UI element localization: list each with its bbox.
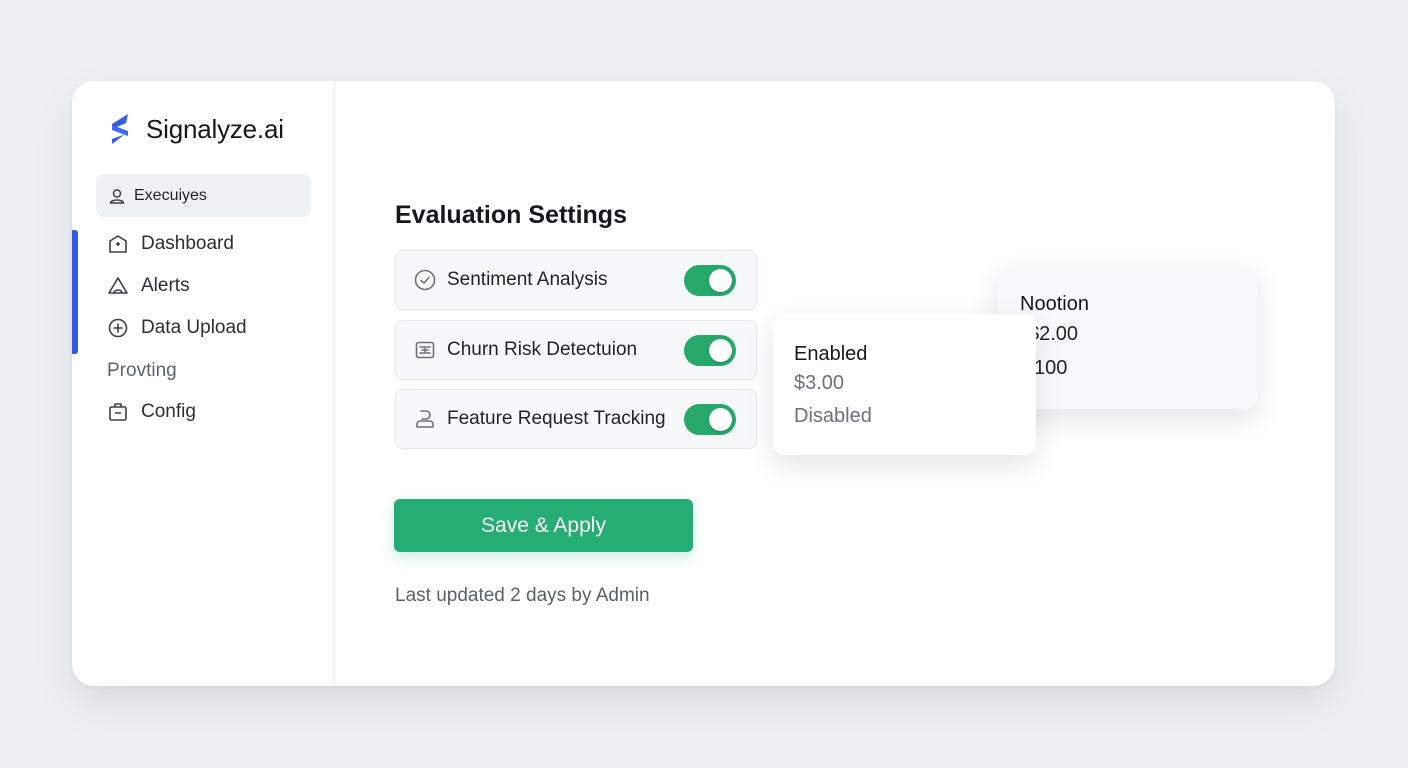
check-circle-icon — [414, 269, 436, 291]
churn-toggle[interactable] — [684, 335, 736, 366]
upload-icon — [108, 318, 128, 338]
sidebar: Signalyze.ai Execuiyes Dashboard Alerts — [72, 81, 335, 686]
dashboard-icon — [109, 235, 127, 253]
setting-row-churn: Churn Risk Detectuion — [395, 320, 757, 380]
churn-icon — [415, 341, 435, 359]
nav-active-indicator — [72, 230, 78, 354]
page-title: Evaluation Settings — [395, 201, 627, 229]
sidebar-item-label: Data Upload — [141, 317, 247, 338]
toggle-knob — [709, 269, 732, 292]
setting-label: Churn Risk Detectuion — [447, 339, 638, 360]
workspace-label: Execuiyes — [134, 186, 207, 204]
workspace-selector[interactable]: Execuiyes — [96, 174, 311, 217]
config-icon — [109, 403, 127, 421]
brand-name: Signalyze.ai — [146, 113, 284, 144]
toggle-knob — [709, 339, 732, 362]
app-window: Signalyze.ai Execuiyes Dashboard Alerts — [72, 81, 1335, 686]
popover-price: $3.00 — [794, 372, 845, 394]
nav-section-label: Provting — [107, 360, 177, 381]
toggle-knob — [709, 408, 732, 431]
main-content: Evaluation Settings Sentiment Analysis C… — [335, 81, 1335, 686]
sidebar-item-config[interactable]: Config — [106, 400, 196, 424]
sentiment-toggle[interactable] — [684, 265, 736, 296]
popover-value: 100 — [1034, 357, 1068, 379]
popover-title: Nootion — [1020, 293, 1089, 315]
alerts-icon — [108, 277, 128, 294]
brand[interactable]: Signalyze.ai — [106, 111, 284, 147]
setting-row-sentiment: Sentiment Analysis — [395, 250, 757, 310]
sidebar-item-label: Dashboard — [141, 233, 234, 254]
sidebar-item-alerts[interactable]: Alerts — [106, 274, 190, 298]
sidebar-item-dashboard[interactable]: Dashboard — [106, 232, 234, 256]
popover-status-disabled: Disabled — [794, 405, 872, 427]
feature-request-icon — [416, 410, 434, 428]
save-apply-button[interactable]: Save & Apply — [394, 499, 693, 552]
sidebar-item-label: Config — [141, 401, 196, 422]
brand-logo-icon — [112, 114, 128, 144]
last-updated-text: Last updated 2 days by Admin — [395, 585, 650, 606]
setting-label: Sentiment Analysis — [447, 269, 608, 290]
setting-label: Feature Request Tracking — [447, 408, 666, 429]
user-icon — [109, 188, 125, 204]
sidebar-item-data-upload[interactable]: Data Upload — [106, 316, 247, 340]
pricing-popover-back: Nootion $2.00 100 — [998, 266, 1257, 409]
feature-request-toggle[interactable] — [684, 404, 736, 435]
status-popover: Enabled $3.00 Disabled — [773, 314, 1036, 455]
popover-status-enabled: Enabled — [794, 343, 868, 365]
sidebar-item-label: Alerts — [141, 275, 190, 296]
setting-row-feature-request: Feature Request Tracking — [395, 389, 757, 449]
